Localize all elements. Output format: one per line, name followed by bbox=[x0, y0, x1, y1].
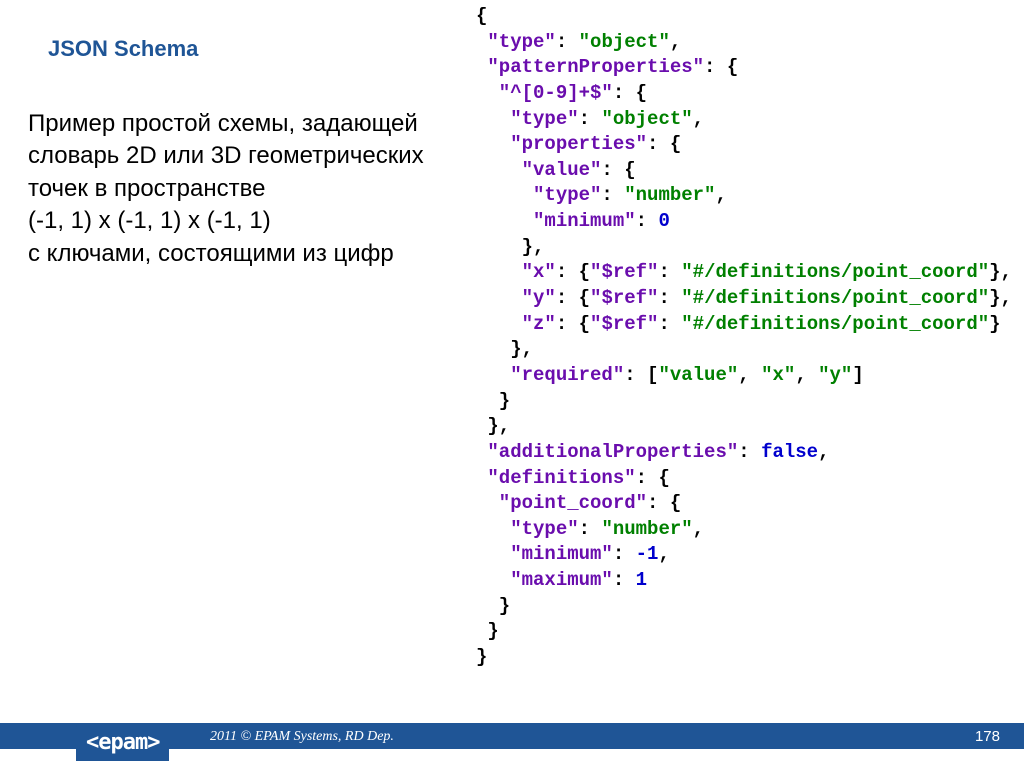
code-punct: : bbox=[636, 210, 659, 232]
code-str: "object" bbox=[601, 108, 692, 130]
code-punct: : { bbox=[704, 56, 738, 78]
description-text: Пример простой схемы, задающей словарь 2… bbox=[28, 110, 424, 267]
code-key: "patternProperties" bbox=[476, 56, 704, 78]
code-punct: }, bbox=[989, 287, 1012, 309]
code-punct: : [ bbox=[624, 364, 658, 386]
code-key: "properties" bbox=[476, 133, 647, 155]
code-str: "number" bbox=[624, 184, 715, 206]
code-key: "additionalProperties" bbox=[476, 441, 738, 463]
code-punct: } bbox=[476, 620, 499, 642]
code-punct: : bbox=[613, 569, 636, 591]
code-punct: } bbox=[476, 390, 510, 412]
code-punct: , bbox=[818, 441, 829, 463]
code-punct: : bbox=[658, 287, 681, 309]
code-key: "$ref" bbox=[590, 287, 658, 309]
code-block: { "type": "object", "patternProperties":… bbox=[476, 4, 1012, 671]
code-key: "z" bbox=[476, 313, 556, 335]
code-key: "minimum" bbox=[476, 210, 636, 232]
code-punct: , bbox=[715, 184, 726, 206]
code-line: { bbox=[476, 5, 487, 27]
code-punct: : bbox=[556, 31, 579, 53]
code-key: "^[0-9]+$" bbox=[476, 82, 613, 104]
code-num: 1 bbox=[636, 569, 647, 591]
code-punct: : { bbox=[556, 287, 590, 309]
epam-logo: <epam> bbox=[76, 724, 169, 761]
code-key: "type" bbox=[476, 108, 579, 130]
code-str: "#/definitions/point_coord" bbox=[681, 287, 989, 309]
code-key: "type" bbox=[476, 31, 556, 53]
code-punct: , bbox=[670, 31, 681, 53]
code-punct: ] bbox=[852, 364, 863, 386]
code-punct: : bbox=[658, 313, 681, 335]
code-key: "value" bbox=[476, 159, 601, 181]
code-punct: : bbox=[601, 184, 624, 206]
code-punct: , bbox=[795, 364, 818, 386]
slide: JSON Schema Пример простой схемы, задающ… bbox=[0, 0, 1024, 767]
code-num: -1 bbox=[636, 543, 659, 565]
code-punct: : { bbox=[556, 313, 590, 335]
code-str: "y" bbox=[818, 364, 852, 386]
code-punct: } bbox=[989, 313, 1000, 335]
code-punct: : { bbox=[647, 133, 681, 155]
code-punct: }, bbox=[476, 236, 544, 258]
code-key: "$ref" bbox=[590, 313, 658, 335]
code-punct: : bbox=[613, 543, 636, 565]
code-str: "value" bbox=[658, 364, 738, 386]
code-punct: , bbox=[738, 364, 761, 386]
code-key: "minimum" bbox=[476, 543, 613, 565]
code-punct: }, bbox=[989, 261, 1012, 283]
code-punct: : bbox=[579, 108, 602, 130]
code-num: 0 bbox=[658, 210, 669, 232]
code-key: "point_coord" bbox=[476, 492, 647, 514]
code-punct: , bbox=[693, 108, 704, 130]
code-key: "type" bbox=[476, 518, 579, 540]
code-key: "type" bbox=[476, 184, 601, 206]
code-str: "object" bbox=[579, 31, 670, 53]
code-punct: } bbox=[476, 646, 487, 668]
slide-title: JSON Schema bbox=[48, 36, 198, 62]
code-str: "number" bbox=[601, 518, 692, 540]
code-punct: : { bbox=[613, 82, 647, 104]
code-key: "definitions" bbox=[476, 467, 636, 489]
code-lit: false bbox=[761, 441, 818, 463]
slide-description: Пример простой схемы, задающей словарь 2… bbox=[28, 108, 448, 270]
code-punct: : bbox=[579, 518, 602, 540]
code-punct: : bbox=[658, 261, 681, 283]
code-punct: }, bbox=[476, 338, 533, 360]
code-punct: }, bbox=[476, 415, 510, 437]
code-key: "maximum" bbox=[476, 569, 613, 591]
code-key: "$ref" bbox=[590, 261, 658, 283]
code-key: "required" bbox=[476, 364, 624, 386]
code-punct: , bbox=[693, 518, 704, 540]
code-punct: , bbox=[658, 543, 669, 565]
page-number: 178 bbox=[975, 728, 1000, 745]
code-punct: : { bbox=[636, 467, 670, 489]
code-key: "y" bbox=[476, 287, 556, 309]
code-punct: : bbox=[738, 441, 761, 463]
code-str: "#/definitions/point_coord" bbox=[681, 313, 989, 335]
code-punct: : { bbox=[601, 159, 635, 181]
code-punct: } bbox=[476, 595, 510, 617]
code-str: "x" bbox=[761, 364, 795, 386]
code-str: "#/definitions/point_coord" bbox=[681, 261, 989, 283]
code-punct: : { bbox=[556, 261, 590, 283]
code-key: "x" bbox=[476, 261, 556, 283]
code-punct: : { bbox=[647, 492, 681, 514]
copyright-text: 2011 © EPAM Systems, RD Dep. bbox=[210, 729, 394, 745]
